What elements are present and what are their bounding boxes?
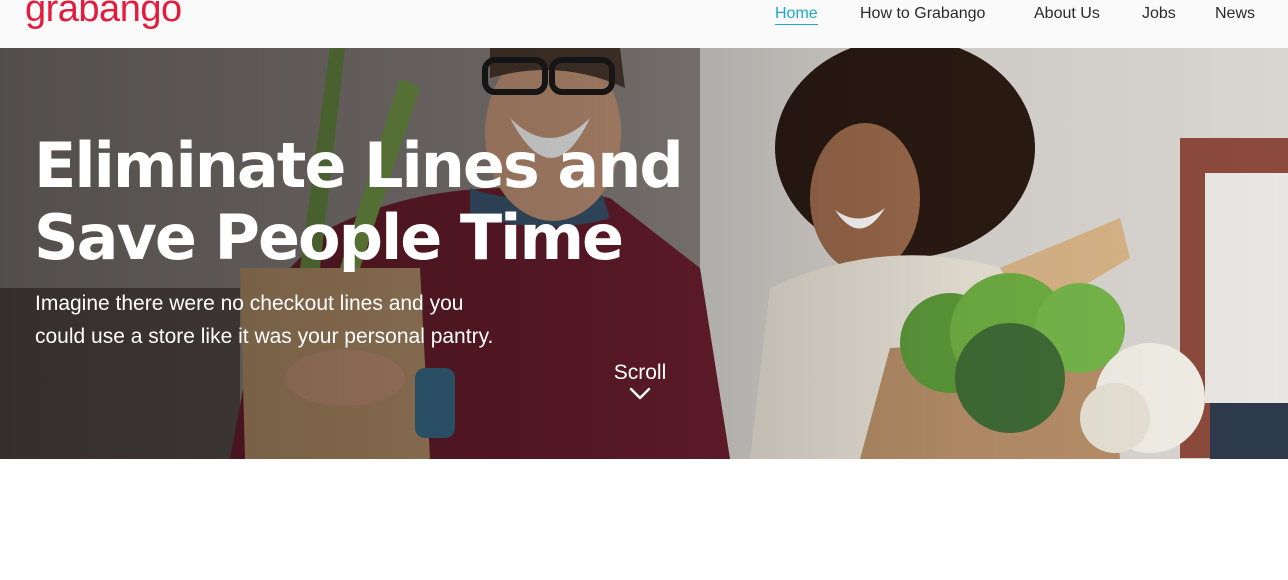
scroll-label: Scroll xyxy=(613,361,667,384)
hero-subtitle-line-1: Imagine there were no checkout lines and… xyxy=(35,292,464,315)
chevron-down-icon xyxy=(629,387,651,400)
nav-jobs[interactable]: Jobs xyxy=(1142,5,1176,23)
nav-news[interactable]: News xyxy=(1215,5,1255,23)
grabango-logo[interactable]: grabango® xyxy=(25,0,189,31)
hero-subtitle: Imagine there were no checkout lines and… xyxy=(35,287,555,353)
hero-subtitle-line-2: could use a store like it was your perso… xyxy=(35,325,494,348)
hero-title-line-1: Eliminate Lines and xyxy=(34,129,684,202)
site-header: grabango® Home How to Grabango About Us … xyxy=(0,0,1288,48)
hero-title: Eliminate Lines and Save People Time xyxy=(34,130,714,274)
nav-home[interactable]: Home xyxy=(775,5,818,25)
logo-text: grabango xyxy=(25,0,182,30)
hero-title-line-2: Save People Time xyxy=(34,201,624,274)
nav-about-us[interactable]: About Us xyxy=(1034,5,1100,23)
hero-banner: Eliminate Lines and Save People Time Ima… xyxy=(0,48,1288,459)
nav-how-to-grabango[interactable]: How to Grabango xyxy=(860,5,985,23)
scroll-button[interactable]: Scroll xyxy=(600,361,680,401)
